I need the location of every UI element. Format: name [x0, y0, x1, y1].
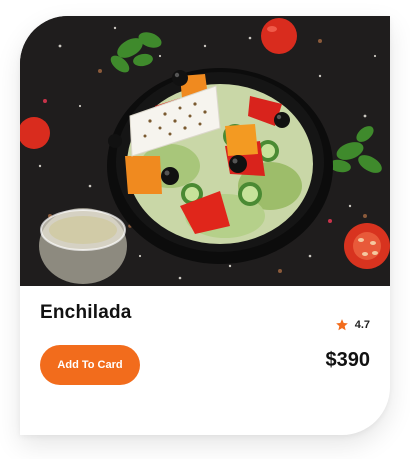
product-price: $390	[325, 349, 371, 371]
rating: 4.7	[335, 318, 370, 332]
product-image	[20, 16, 390, 286]
product-title: Enchilada	[40, 302, 132, 323]
star-icon	[335, 319, 348, 331]
rating-value: 4.7	[354, 319, 370, 331]
salad-bowl-photo	[20, 16, 390, 286]
product-card[interactable]: Enchilada 4.7 Add To Card $390	[20, 16, 390, 435]
add-to-card-button[interactable]: Add To Card	[40, 345, 140, 385]
